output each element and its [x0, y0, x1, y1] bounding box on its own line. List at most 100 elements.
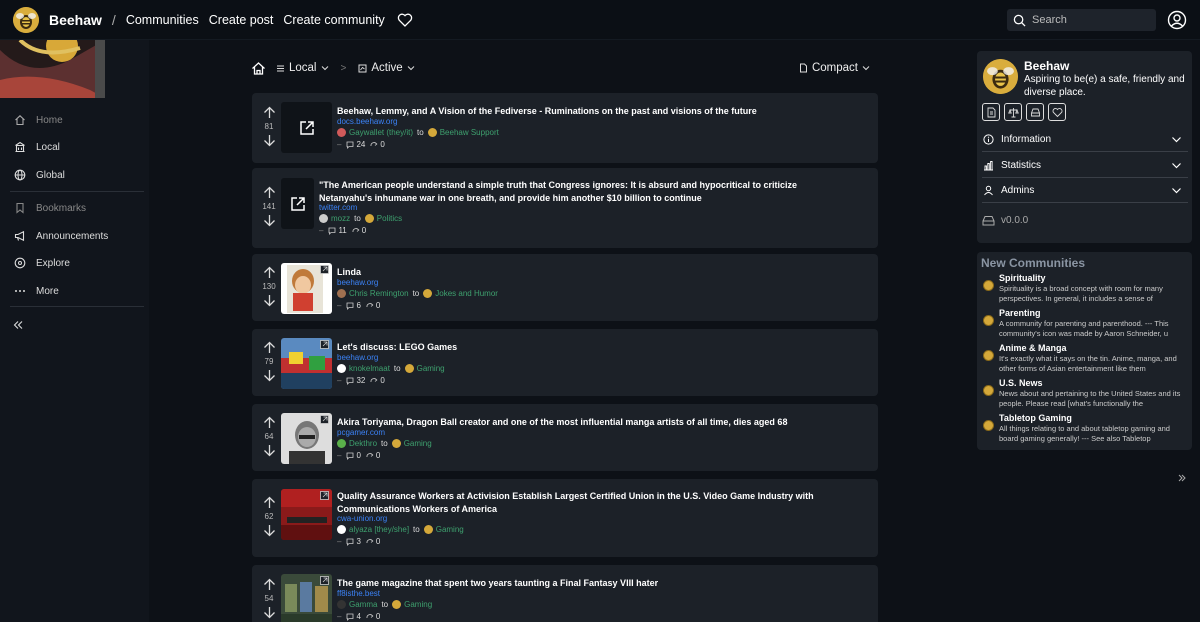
community-name[interactable]: Anime & Manga	[999, 343, 1067, 353]
post-community[interactable]: Jokes and Humor	[435, 289, 498, 298]
home-feed-icon[interactable]	[251, 61, 266, 76]
post-thumbnail[interactable]	[281, 489, 332, 540]
post-community[interactable]: Gaming	[404, 439, 432, 448]
post-author[interactable]: mozz	[331, 214, 350, 223]
sidebar-item-local[interactable]: Local	[14, 141, 60, 153]
section-statistics[interactable]: Statistics	[982, 154, 1188, 178]
post-title[interactable]: Quality Assurance Workers at Activision …	[337, 490, 857, 515]
post-thumbnail[interactable]	[281, 574, 332, 622]
upvote-arrow-icon[interactable]	[263, 266, 276, 279]
post-community[interactable]: Politics	[377, 214, 402, 223]
downvote-arrow-icon[interactable]	[263, 294, 276, 307]
nav-create-community[interactable]: Create community	[283, 13, 384, 27]
collapse-sidebar-icon[interactable]	[13, 320, 23, 330]
crosspost-count[interactable]: 0	[370, 140, 385, 149]
user-account-icon[interactable]	[1167, 10, 1187, 30]
donate-heart-icon[interactable]	[397, 12, 413, 28]
modlog-link[interactable]	[1004, 103, 1022, 121]
post-author[interactable]: Chris Remington	[349, 289, 409, 298]
crosspost-count[interactable]: 0	[366, 451, 380, 460]
post-community[interactable]: Gaming	[436, 525, 464, 534]
listing-type-dropdown[interactable]: Local	[276, 62, 329, 74]
post-options[interactable]: –	[337, 301, 341, 310]
sidebar-item-home[interactable]: Home	[14, 114, 63, 126]
post-community[interactable]: Gaming	[417, 364, 445, 373]
upvote-arrow-icon[interactable]	[263, 416, 276, 429]
post-domain[interactable]: pcgamer.com	[337, 428, 385, 437]
post-author[interactable]: Dekthro	[349, 439, 377, 448]
legal-link[interactable]	[982, 103, 1000, 121]
section-admins[interactable]: Admins	[982, 179, 1188, 203]
downvote-arrow-icon[interactable]	[263, 606, 276, 619]
sidebar-item-global[interactable]: Global	[14, 169, 65, 181]
post-title[interactable]: Let's discuss: LEGO Games	[337, 341, 857, 354]
post-title[interactable]: Linda	[337, 266, 857, 279]
post-options[interactable]: –	[337, 537, 341, 546]
sort-dropdown[interactable]: Active	[358, 62, 415, 74]
nav-create-post[interactable]: Create post	[209, 13, 274, 27]
comment-count[interactable]: 32	[346, 376, 365, 385]
post-community[interactable]: Beehaw Support	[440, 128, 499, 137]
post-thumbnail[interactable]	[281, 178, 314, 229]
community-name[interactable]: Tabletop Gaming	[999, 413, 1072, 423]
post-thumbnail[interactable]	[281, 413, 332, 464]
search-box[interactable]	[1007, 9, 1156, 31]
downvote-arrow-icon[interactable]	[263, 444, 276, 457]
downvote-arrow-icon[interactable]	[263, 134, 276, 147]
post-domain[interactable]: cwa-union.org	[337, 514, 387, 523]
search-input[interactable]	[1032, 14, 1142, 26]
sidebar-item-announcements[interactable]: Announcements	[14, 230, 108, 242]
upvote-arrow-icon[interactable]	[263, 106, 276, 119]
post-title[interactable]: Beehaw, Lemmy, and A Vision of the Fediv…	[337, 105, 857, 118]
post-options[interactable]: –	[337, 612, 341, 621]
post-thumbnail[interactable]	[281, 338, 332, 389]
crosspost-count[interactable]: 0	[366, 537, 380, 546]
sidebar-item-explore[interactable]: Explore	[14, 257, 70, 269]
post-thumbnail[interactable]	[281, 263, 332, 314]
community-name[interactable]: U.S. News	[999, 378, 1043, 388]
community-name[interactable]: Spirituality	[999, 273, 1046, 283]
view-mode-dropdown[interactable]: Compact	[799, 62, 870, 74]
post-title[interactable]: The game magazine that spent two years t…	[337, 577, 857, 590]
post-options[interactable]: –	[337, 451, 341, 460]
nav-communities[interactable]: Communities	[126, 13, 199, 27]
downvote-arrow-icon[interactable]	[263, 524, 276, 537]
donate-link[interactable]	[1048, 103, 1066, 121]
post-title[interactable]: "The American people understand a simple…	[319, 179, 839, 204]
crosspost-count[interactable]: 0	[366, 301, 380, 310]
sidebar-item-bookmarks[interactable]: Bookmarks	[14, 202, 86, 214]
post-author[interactable]: Gamma	[349, 600, 377, 609]
upvote-arrow-icon[interactable]	[263, 496, 276, 509]
upvote-arrow-icon[interactable]	[263, 186, 276, 199]
post-domain[interactable]: beehaw.org	[337, 278, 378, 287]
post-author[interactable]: alyaza [they/she]	[349, 525, 409, 534]
post-options[interactable]: –	[337, 376, 341, 385]
comment-count[interactable]: 6	[346, 301, 361, 310]
sidebar-item-more[interactable]: More	[14, 285, 59, 297]
post-options[interactable]: –	[337, 140, 341, 149]
post-title[interactable]: Akira Toriyama, Dragon Ball creator and …	[337, 416, 857, 429]
beehaw-logo[interactable]	[13, 6, 39, 33]
post-domain[interactable]: ff8isthe.best	[337, 589, 380, 598]
upvote-arrow-icon[interactable]	[263, 341, 276, 354]
post-community[interactable]: Gaming	[404, 600, 432, 609]
downvote-arrow-icon[interactable]	[263, 369, 276, 382]
downvote-arrow-icon[interactable]	[263, 214, 276, 227]
instances-link[interactable]	[1026, 103, 1044, 121]
post-thumbnail[interactable]	[281, 102, 332, 153]
crosspost-count[interactable]: 0	[366, 612, 380, 621]
crosspost-count[interactable]: 0	[352, 226, 366, 235]
comment-count[interactable]: 3	[346, 537, 361, 546]
post-domain[interactable]: twitter.com	[319, 203, 357, 212]
post-domain[interactable]: beehaw.org	[337, 353, 378, 362]
comment-count[interactable]: 11	[328, 226, 347, 235]
comment-count[interactable]: 4	[346, 612, 361, 621]
post-author[interactable]: Gaywallet (they/it)	[349, 128, 413, 137]
expand-panel-icon[interactable]	[1178, 474, 1186, 482]
post-domain[interactable]: docs.beehaw.org	[337, 117, 398, 126]
post-author[interactable]: knokelmaat	[349, 364, 390, 373]
brand-name[interactable]: Beehaw	[49, 12, 102, 28]
post-options[interactable]: –	[319, 226, 323, 235]
upvote-arrow-icon[interactable]	[263, 578, 276, 591]
crosspost-count[interactable]: 0	[370, 376, 385, 385]
